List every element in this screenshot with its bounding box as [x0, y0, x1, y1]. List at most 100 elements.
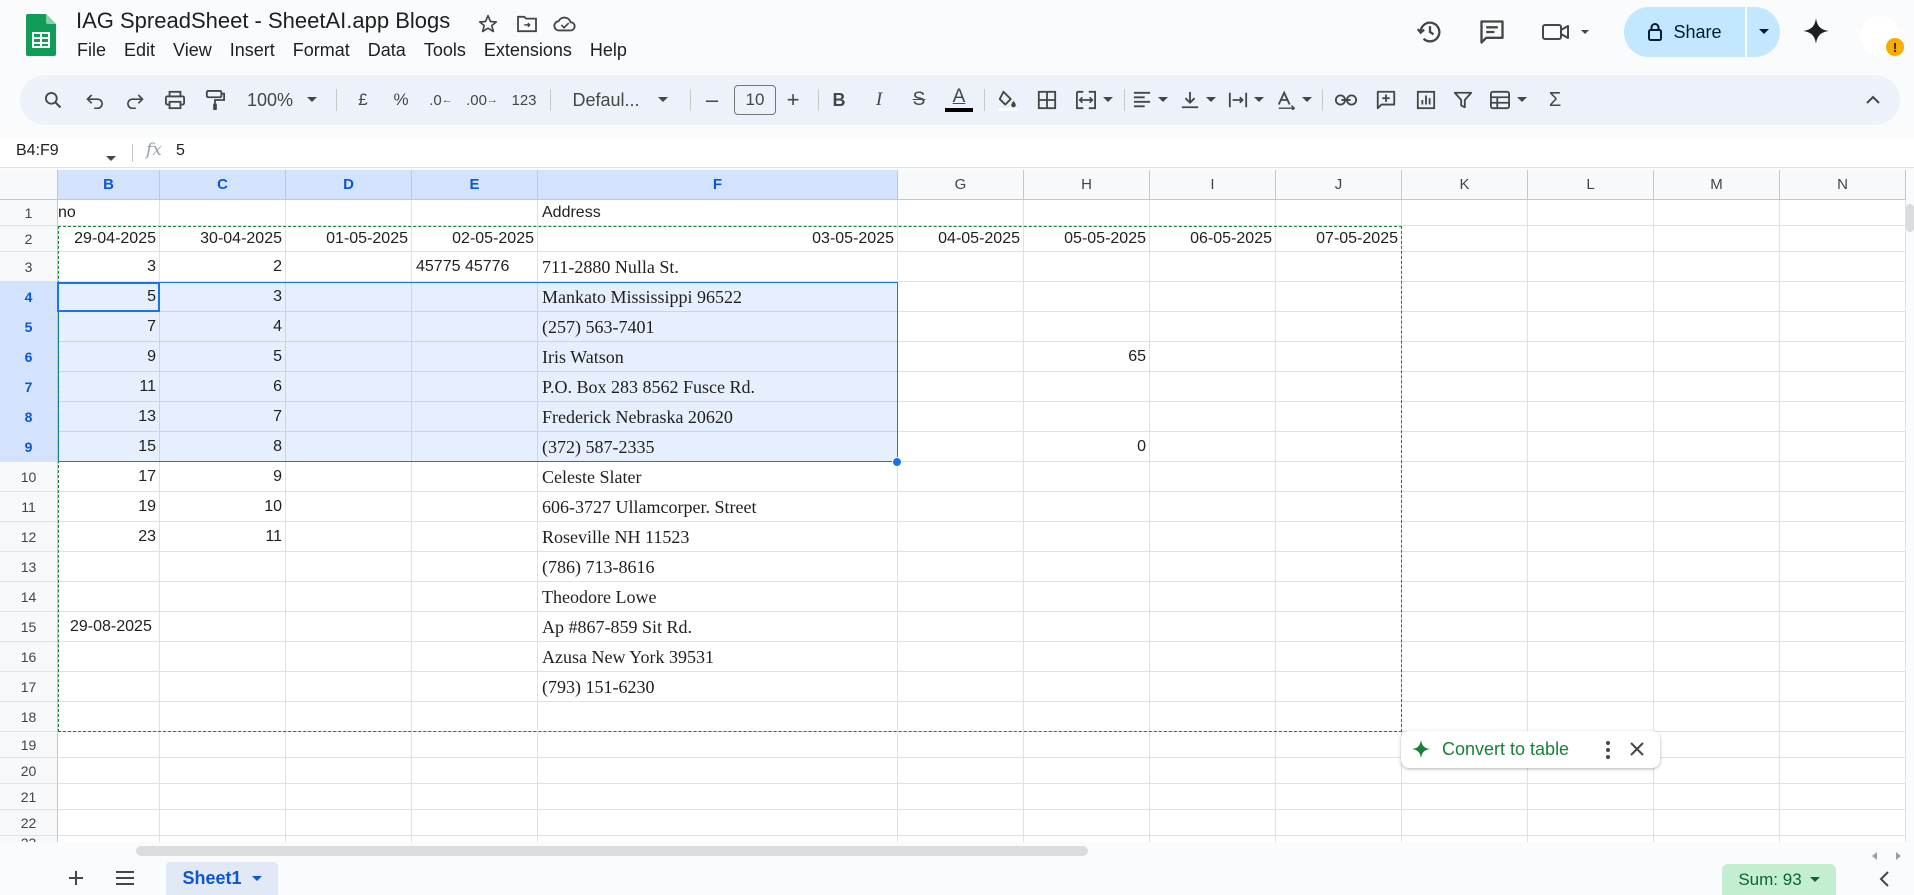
- cell-f6[interactable]: Iris Watson: [538, 342, 898, 372]
- column-header-f[interactable]: F: [538, 170, 898, 200]
- column-header-k[interactable]: K: [1402, 170, 1528, 200]
- cell-e3[interactable]: 45775 45776: [412, 252, 538, 282]
- row-header-14[interactable]: 14: [0, 582, 58, 612]
- cell-f7[interactable]: P.O. Box 283 8562 Fusce Rd.: [538, 372, 898, 402]
- cell-b6[interactable]: 9: [58, 342, 160, 372]
- share-button[interactable]: Share: [1624, 7, 1745, 57]
- row-header-6[interactable]: 6: [0, 342, 58, 372]
- text-color-button[interactable]: A: [942, 83, 976, 117]
- menu-view[interactable]: View: [164, 38, 221, 63]
- menu-data[interactable]: Data: [359, 38, 415, 63]
- menu-file[interactable]: File: [68, 38, 115, 63]
- insert-link-icon[interactable]: [1330, 83, 1362, 117]
- column-header-g[interactable]: G: [898, 170, 1024, 200]
- document-title[interactable]: IAG SpreadSheet - SheetAI.app Blogs: [76, 8, 450, 34]
- cell-f11[interactable]: 606-3727 Ullamcorper. Street: [538, 492, 898, 522]
- cell-f3[interactable]: 711-2880 Nulla St.: [538, 252, 898, 282]
- cell-c10[interactable]: 9: [160, 462, 286, 492]
- row-header-22[interactable]: 22: [0, 810, 58, 836]
- cell-f14[interactable]: Theodore Lowe: [538, 582, 898, 612]
- cell-c9[interactable]: 8: [160, 432, 286, 462]
- cell-f4[interactable]: Mankato Mississippi 96522: [538, 282, 898, 312]
- font-family-select[interactable]: Defaul...: [560, 83, 680, 117]
- cell-b3[interactable]: 3: [58, 252, 160, 282]
- currency-format-button[interactable]: £: [350, 83, 376, 117]
- row-header-20[interactable]: 20: [0, 758, 58, 784]
- cell-f9[interactable]: (372) 587-2335: [538, 432, 898, 462]
- row-header-23[interactable]: 23: [0, 835, 58, 842]
- font-size-field[interactable]: 10: [734, 83, 776, 117]
- vertical-align-icon[interactable]: [1176, 83, 1220, 117]
- close-icon[interactable]: [1627, 739, 1647, 764]
- column-header-c[interactable]: C: [160, 170, 286, 200]
- print-icon[interactable]: [160, 83, 190, 117]
- cell-f2[interactable]: 03-05-2025: [538, 226, 898, 252]
- cell-b2[interactable]: 29-04-2025: [58, 226, 160, 252]
- cell-h6[interactable]: 65: [1024, 342, 1150, 372]
- cell-e2[interactable]: 02-05-2025: [412, 226, 538, 252]
- name-box[interactable]: B4:F9: [16, 142, 59, 160]
- create-filter-icon[interactable]: [1448, 83, 1478, 117]
- paint-format-icon[interactable]: [200, 83, 230, 117]
- decrease-decimal-button[interactable]: .0 ←: [424, 83, 458, 117]
- menu-insert[interactable]: Insert: [221, 38, 284, 63]
- cell-c7[interactable]: 6: [160, 372, 286, 402]
- text-wrapping-icon[interactable]: [1224, 83, 1268, 117]
- cell-f16[interactable]: Azusa New York 39531: [538, 642, 898, 672]
- cell-c12[interactable]: 11: [160, 522, 286, 552]
- column-header-j[interactable]: J: [1276, 170, 1402, 200]
- menu-format[interactable]: Format: [284, 38, 359, 63]
- cell-b15[interactable]: 29-08-2025: [66, 612, 168, 642]
- column-header-m[interactable]: M: [1654, 170, 1780, 200]
- cell-c3[interactable]: 2: [160, 252, 286, 282]
- row-header-1[interactable]: 1: [0, 200, 58, 226]
- cell-b1[interactable]: no: [54, 200, 156, 226]
- more-formats-button[interactable]: 123: [506, 83, 542, 117]
- insert-chart-icon[interactable]: [1410, 83, 1442, 117]
- sheets-logo-icon[interactable]: [26, 14, 56, 56]
- move-folder-icon[interactable]: [514, 12, 540, 36]
- row-header-5[interactable]: 5: [0, 312, 58, 342]
- cell-c5[interactable]: 4: [160, 312, 286, 342]
- cell-f5[interactable]: (257) 563-7401: [538, 312, 898, 342]
- cell-b12[interactable]: 23: [58, 522, 160, 552]
- chevron-up-icon[interactable]: [1858, 83, 1888, 117]
- borders-icon[interactable]: [1032, 83, 1062, 117]
- increase-decimal-button[interactable]: .00 →: [464, 83, 500, 117]
- share-options-button[interactable]: [1747, 7, 1780, 57]
- strikethrough-button[interactable]: S: [904, 83, 934, 117]
- cell-f10[interactable]: Celeste Slater: [538, 462, 898, 492]
- bold-button[interactable]: B: [824, 83, 854, 117]
- column-header-h[interactable]: H: [1024, 170, 1150, 200]
- column-header-d[interactable]: D: [286, 170, 412, 200]
- row-header-16[interactable]: 16: [0, 642, 58, 672]
- text-rotation-icon[interactable]: [1272, 83, 1316, 117]
- cell-f1[interactable]: Address: [538, 200, 898, 226]
- row-header-18[interactable]: 18: [0, 702, 58, 732]
- column-header-n[interactable]: N: [1780, 170, 1906, 200]
- cell-b5[interactable]: 7: [58, 312, 160, 342]
- more-options-icon[interactable]: [1599, 739, 1617, 761]
- cell-b8[interactable]: 13: [58, 402, 160, 432]
- fill-color-icon[interactable]: [992, 83, 1024, 117]
- meet-video-icon[interactable]: [1540, 14, 1598, 50]
- menu-tools[interactable]: Tools: [415, 38, 475, 63]
- cloud-saved-icon[interactable]: [552, 12, 578, 36]
- column-header-b[interactable]: B: [58, 170, 160, 200]
- all-sheets-icon[interactable]: [114, 869, 136, 892]
- column-header-i[interactable]: I: [1150, 170, 1276, 200]
- vertical-scrollbar[interactable]: [1906, 204, 1914, 232]
- formula-input[interactable]: 5: [176, 142, 185, 160]
- cell-f8[interactable]: Frederick Nebraska 20620: [538, 402, 898, 432]
- row-header-13[interactable]: 13: [0, 552, 58, 582]
- row-header-8[interactable]: 8: [0, 402, 58, 432]
- insert-comment-icon[interactable]: [1370, 83, 1402, 117]
- chevron-down-icon[interactable]: [106, 149, 116, 167]
- sum-summary-chip[interactable]: Sum: 93: [1722, 864, 1836, 895]
- redo-icon[interactable]: [120, 83, 150, 117]
- column-header-e[interactable]: E: [412, 170, 538, 200]
- row-header-10[interactable]: 10: [0, 462, 58, 492]
- zoom-select[interactable]: 100%: [242, 83, 322, 117]
- row-header-19[interactable]: 19: [0, 732, 58, 758]
- row-header-11[interactable]: 11: [0, 492, 58, 522]
